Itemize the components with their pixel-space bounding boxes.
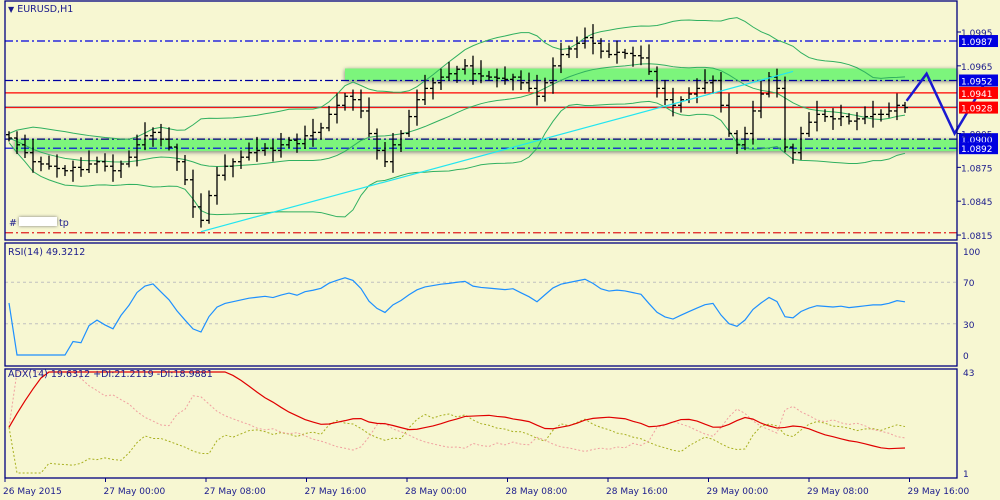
panel-frame-1 <box>4 242 958 367</box>
rsi-label: RSI(14) 49.3212 <box>8 247 86 258</box>
ohlc-bar <box>590 24 596 55</box>
adx-tick-label: 43 <box>963 369 974 379</box>
ohlc-bar <box>366 97 372 137</box>
ohlc-bar <box>190 169 196 218</box>
ohlc-bar <box>806 112 812 137</box>
ohlc-bar <box>870 100 876 128</box>
minus-di-line <box>8 371 906 452</box>
rsi-tick-label: 30 <box>963 321 975 331</box>
time-tick-label: 27 May 00:00 <box>104 487 166 497</box>
time-tick-label: 28 May 00:00 <box>405 487 467 497</box>
ohlc-bar <box>102 153 108 172</box>
ohlc-bar <box>118 160 124 178</box>
ohlc-bar <box>862 106 868 125</box>
ohlc-bar <box>630 46 636 67</box>
support-resistance-zone <box>15 139 957 152</box>
time-tick-label: 29 May 08:00 <box>807 487 869 497</box>
ohlc-bar <box>326 105 332 132</box>
ohlc-bar <box>670 87 676 117</box>
time-tick-label: 28 May 08:00 <box>506 487 568 497</box>
ohlc-bar <box>238 150 244 169</box>
price-chart[interactable]: 1.09871.09521.09411.09281.09001.08921.09… <box>0 0 1000 500</box>
dropdown-triangle-icon[interactable]: ▼ <box>8 5 14 14</box>
adx-label: ADX(14) 19.6312 +DI:21.2119 -DI:18.9881 <box>8 369 213 380</box>
adx-tick-label: 1 <box>963 470 969 480</box>
time-tick-label: 27 May 16:00 <box>305 487 367 497</box>
time-tick-label: 26 May 2015 <box>3 487 62 497</box>
ohlc-bar <box>214 166 220 205</box>
price-label: 1.0892 <box>961 145 993 155</box>
ohlc-bar <box>222 154 228 181</box>
price-label: 1.0952 <box>961 78 993 88</box>
price-tick-label: 1.0815 <box>961 232 993 242</box>
rsi-line <box>8 277 906 356</box>
price-label: 1.0928 <box>961 105 993 115</box>
ohlc-bar <box>694 78 700 104</box>
ohlc-bar <box>678 96 684 113</box>
ohlc-bar <box>318 122 324 140</box>
ohlc-bar <box>126 150 132 168</box>
rsi-tick-label: 0 <box>963 352 969 362</box>
ohlc-bar <box>38 156 44 172</box>
ohlc-bar <box>54 154 60 178</box>
ohlc-bar <box>582 27 588 49</box>
time-tick-label: 29 May 00:00 <box>707 487 769 497</box>
panel-frame-0 <box>4 0 958 241</box>
ohlc-bar <box>230 158 236 178</box>
ohlc-bar <box>758 80 764 119</box>
price-label: 1.0941 <box>961 90 993 100</box>
price-tick-label: 1.0905 <box>961 131 993 141</box>
ohlc-bar <box>206 190 212 224</box>
ohlc-bar <box>358 89 364 119</box>
ohlc-bar <box>622 48 628 59</box>
plus-di-line <box>8 413 906 474</box>
ohlc-bar <box>46 155 52 170</box>
ohlc-bar <box>198 193 204 228</box>
ohlc-bar <box>814 100 820 132</box>
ohlc-bar <box>638 45 644 66</box>
rsi-tick-label: 100 <box>963 248 980 258</box>
order-label: # tp <box>9 217 69 229</box>
ohlc-bar <box>334 93 340 124</box>
ohlc-bar <box>110 154 116 182</box>
ohlc-bar <box>94 156 100 174</box>
price-label: 1.0987 <box>961 38 993 48</box>
price-tick-label: 1.0875 <box>961 164 993 174</box>
ohlc-bar <box>62 165 68 177</box>
time-tick-label: 28 May 16:00 <box>606 487 668 497</box>
ohlc-bar <box>430 77 436 100</box>
price-tick-label: 1.0845 <box>961 198 993 208</box>
symbol-title[interactable]: ▼ EURUSD,H1 <box>8 4 73 15</box>
ohlc-bar <box>606 42 612 58</box>
ohlc-bar <box>726 93 732 137</box>
time-tick-label: 27 May 08:00 <box>204 487 266 497</box>
price-tick-label: 1.0965 <box>961 63 993 73</box>
ohlc-bar <box>86 150 92 173</box>
trendline <box>200 70 794 233</box>
ohlc-bar <box>70 160 76 182</box>
ohlc-bar <box>886 102 892 118</box>
support-resistance-zone <box>345 68 957 81</box>
order-id-mask <box>18 217 57 226</box>
rsi-tick-label: 70 <box>963 279 975 289</box>
ohlc-bar <box>614 40 620 64</box>
price-tick-label: 1.0995 <box>961 29 993 39</box>
time-tick-label: 29 May 16:00 <box>908 487 970 497</box>
ohlc-bar <box>574 36 580 59</box>
